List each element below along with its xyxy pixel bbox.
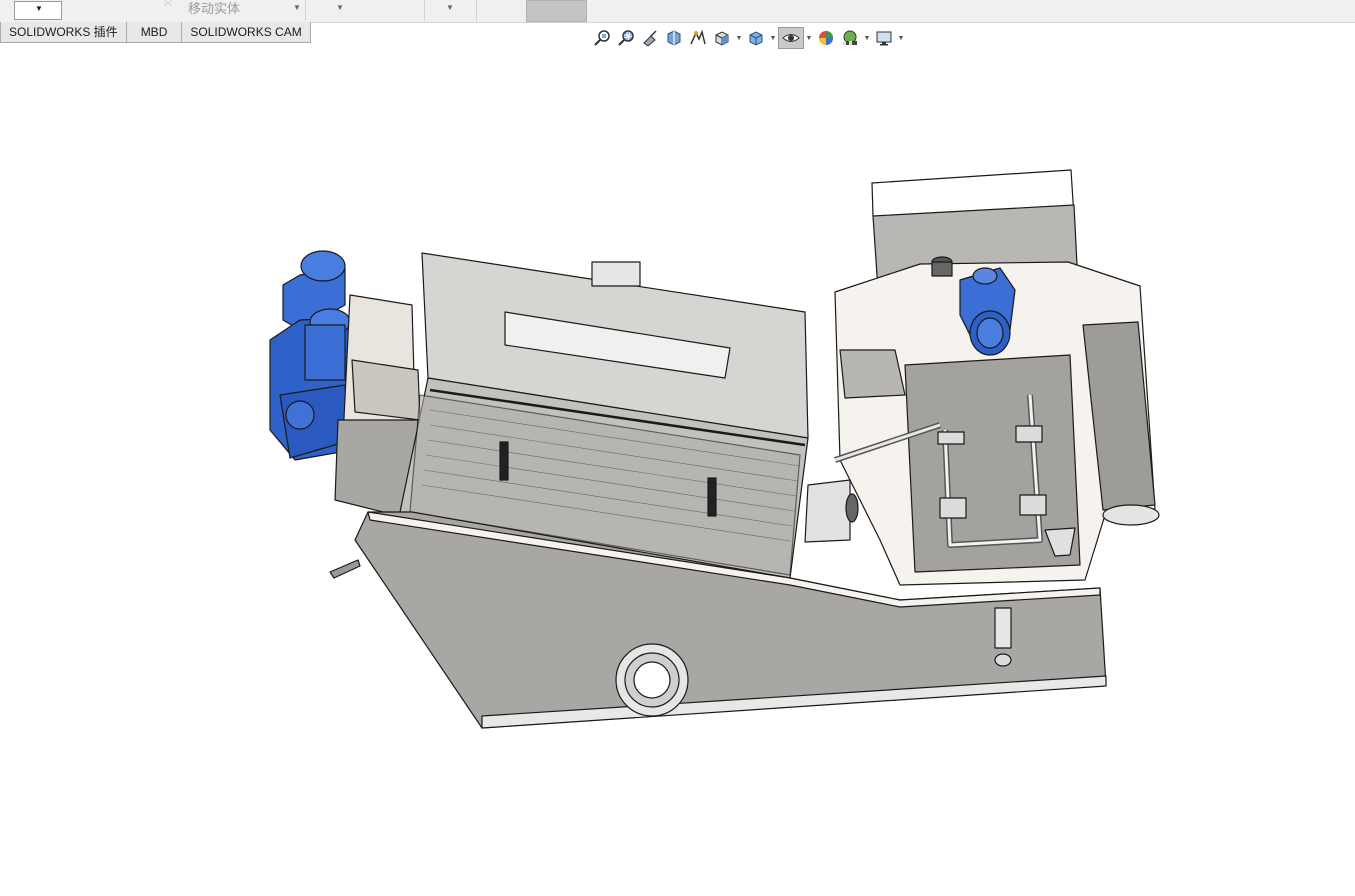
chevron-down-icon[interactable]: ▼ xyxy=(768,35,778,42)
assembly-model-render[interactable] xyxy=(0,44,1355,896)
move-body-dropdown-icon[interactable]: ▼ xyxy=(293,3,301,12)
toolbar-divider xyxy=(424,0,425,21)
command-manager-tabs: SOLIDWORKS 插件 MBD SOLIDWORKS CAM xyxy=(0,22,311,44)
toolbar-divider xyxy=(305,0,306,21)
graphics-area[interactable] xyxy=(0,44,1355,896)
command-manager-toolbar: ▼ ⤧ 移动实体 ▼ ▼ ▼ xyxy=(0,0,1355,23)
chevron-down-icon: ▼ xyxy=(35,4,43,13)
chevron-down-icon[interactable]: ▼ xyxy=(734,35,744,42)
dropdown-arrow-icon[interactable]: ▼ xyxy=(446,3,454,12)
toolbar-button[interactable] xyxy=(526,0,587,22)
tab-solidworks-cam[interactable]: SOLIDWORKS CAM xyxy=(181,22,311,43)
move-body-icon[interactable]: ⤧ xyxy=(164,0,178,10)
dropdown-arrow-icon[interactable]: ▼ xyxy=(336,3,344,12)
tab-solidworks-addins[interactable]: SOLIDWORKS 插件 xyxy=(0,22,127,43)
tab-mbd[interactable]: MBD xyxy=(125,22,183,43)
chevron-down-icon[interactable]: ▼ xyxy=(896,35,906,42)
toolbar-divider xyxy=(476,0,477,21)
config-combo-box[interactable]: ▼ xyxy=(14,1,62,20)
move-body-label[interactable]: 移动实体 xyxy=(188,0,240,17)
chevron-down-icon[interactable]: ▼ xyxy=(804,35,814,42)
chevron-down-icon[interactable]: ▼ xyxy=(862,35,872,42)
